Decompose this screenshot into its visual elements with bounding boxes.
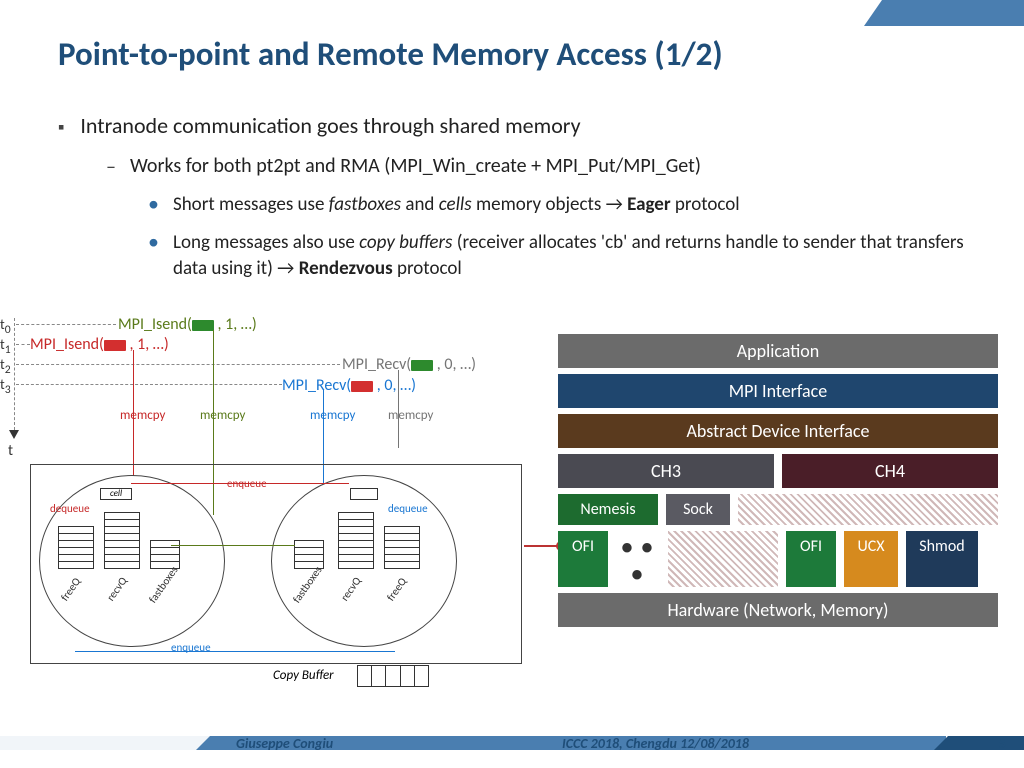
layer-netmods-upper: Nemesis Sock [558,494,998,525]
shared-memory-diagram: t0 t1 t2 t3 t MPI_Isend( , 1, …) MPI_Ise… [0,318,542,678]
box-hatch-upper [738,494,998,525]
footer-conference: ICCC 2018, Chengdu 12/08/2018 [562,735,749,752]
green-fastbox-link [171,545,295,546]
t-axis-label: t [8,442,13,460]
bullet-3a: • Short messages use fastboxes and cells… [148,192,978,218]
recv-gray: MPI_Recv( , 0, …) [342,355,476,374]
bullet-1-text: Intranode communication goes through sha… [80,112,580,142]
mpi-stack: Application MPI Interface Abstract Devic… [558,334,998,633]
bullet-3b: • Long messages also use copy buffers (r… [148,230,978,282]
box-ofi-left: OFI [558,531,608,587]
rank1-recvQ [338,512,374,569]
rank1-fastboxes-label: fastboxes [290,564,325,606]
rank0-fastboxes-label: fastboxes [146,564,181,606]
gray-vline [398,370,399,448]
t-axis [14,318,15,430]
enqueue-top-line [131,483,349,484]
rank0-freeQ [58,526,94,569]
node-box: cell dequeue freeQ recvQ fastboxes deque… [30,464,522,664]
box-shmod: Shmod [906,531,978,587]
rank1-fastboxes [294,540,324,569]
isend-red: MPI_Isend( , 1, …) [30,335,169,354]
layer-channels: CH3 CH4 [558,454,998,488]
slide-title: Point-to-point and Remote Memory Access … [58,34,723,74]
bullet-2-text: Works for both pt2pt and RMA (MPI_Win_cr… [130,154,701,180]
page-number: 5 [999,735,1006,752]
layer-mpi-interface: MPI Interface [558,374,998,408]
rank0-cell: cell [100,488,132,500]
rank0-dequeue: dequeue [50,502,90,515]
box-ofi-right: OFI [786,531,836,587]
recv-blue: MPI_Recv( , 0, …) [282,376,416,395]
t1-label: t1 [0,336,11,357]
dot-marker: • [148,192,159,218]
rank0-recvQ-label: recvQ [104,575,130,604]
dash-marker: – [106,154,116,180]
t-axis-arrow [9,430,19,439]
layer-netmods-lower: OFI • • • OFI UCX Shmod [558,531,998,587]
enqueue-bot-line [75,651,395,652]
isend-green: MPI_Isend( , 1, …) [118,315,257,334]
rank0-freeQ-label: freeQ [58,575,83,603]
t3-line [16,384,282,385]
t2-label: t2 [0,356,11,377]
rank1-freeQ-label: freeQ [384,575,409,603]
memcpy-red: memcpy [120,408,165,423]
bullet-list: ▪ Intranode communication goes through s… [58,112,978,282]
bullet-marker: ▪ [58,112,64,142]
enqueue-bottom: enqueue [171,641,211,654]
box-ch3: CH3 [558,454,774,488]
box-ucx: UCX [844,531,898,587]
rank1-cell [350,488,378,500]
t1-line [16,344,30,345]
memcpy-blue: memcpy [310,408,355,423]
red-vline [133,350,134,480]
dot-marker: • [148,230,159,282]
rank1-recvQ-label: recvQ [338,575,364,604]
t0-label: t0 [0,316,11,337]
footer-bar [0,736,1024,750]
rank1-dequeue: dequeue [388,502,428,515]
rank1-freeQ [384,526,420,569]
box-sock: Sock [666,494,730,525]
corner-decoration [864,0,1024,26]
bullet-3b-text: Long messages also use copy buffers (rec… [173,230,978,282]
t2-line [16,364,340,365]
rank0-circle: cell dequeue freeQ recvQ fastboxes [39,475,225,647]
memcpy-green: memcpy [200,408,245,423]
t0-line [16,324,116,325]
footer-tab-left [0,736,210,750]
copybuffer-label: Copy Buffer [273,668,334,683]
footer-tab-right [934,736,1024,750]
copybuffer-box [357,665,429,687]
box-dots: • • • [616,531,660,587]
rank0-recvQ [104,512,140,569]
box-ch4: CH4 [782,454,998,488]
bullet-1: ▪ Intranode communication goes through s… [58,112,978,142]
box-nemesis: Nemesis [558,494,658,525]
t3-label: t3 [0,376,11,397]
box-hatch-lower [668,531,778,587]
layer-hardware: Hardware (Network, Memory) [558,593,998,627]
bullet-3a-text: Short messages use fastboxes and cells m… [173,192,740,218]
layer-application: Application [558,334,998,368]
footer-author: Giuseppe Congiu [236,735,333,752]
layer-adi: Abstract Device Interface [558,414,998,448]
memcpy-gray: memcpy [388,408,433,423]
rank1-circle: dequeue fastboxes recvQ freeQ [271,475,457,647]
bullet-2: – Works for both pt2pt and RMA (MPI_Win_… [106,154,978,180]
